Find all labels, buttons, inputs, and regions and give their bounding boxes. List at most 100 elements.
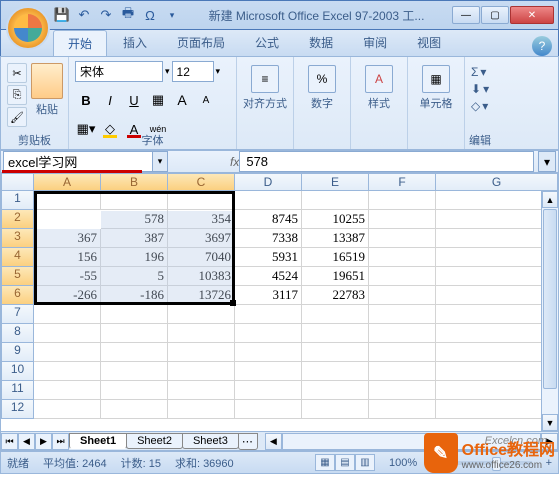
- sheet-tab-2[interactable]: Sheet2: [126, 433, 183, 449]
- cell-C8[interactable]: [168, 324, 235, 343]
- cell-E8[interactable]: [302, 324, 369, 343]
- tab-formulas[interactable]: 公式: [241, 30, 293, 56]
- clear-button[interactable]: ◇ ▾: [471, 99, 489, 113]
- font-name-combo[interactable]: [75, 61, 163, 82]
- format-painter-icon[interactable]: 🖌: [7, 107, 27, 127]
- cell-D9[interactable]: [235, 343, 302, 362]
- row-header-10[interactable]: 10: [1, 362, 34, 381]
- cell-A3[interactable]: 367: [34, 229, 101, 248]
- row-header-1[interactable]: 1: [1, 191, 34, 210]
- cell-B5[interactable]: 5: [101, 267, 168, 286]
- fx-icon[interactable]: fx: [230, 155, 239, 169]
- scroll-right-icon[interactable]: ▶: [541, 433, 558, 450]
- cell-G8[interactable]: [436, 324, 558, 343]
- name-box[interactable]: excel学习网 ▾: [3, 151, 168, 172]
- font-size-dropdown-icon[interactable]: ▾: [216, 66, 221, 77]
- print-icon[interactable]: 🖶: [119, 6, 137, 24]
- cell-B6[interactable]: -186: [101, 286, 168, 305]
- cell-G12[interactable]: [436, 400, 558, 419]
- cell-G5[interactable]: [436, 267, 558, 286]
- row-header-8[interactable]: 8: [1, 324, 34, 343]
- cell-C12[interactable]: [168, 400, 235, 419]
- tab-data[interactable]: 数据: [295, 30, 347, 56]
- sheet-nav-last-icon[interactable]: ⏭: [52, 433, 69, 450]
- redo-icon[interactable]: ↷: [97, 6, 115, 24]
- alignment-button[interactable]: ≡ 对齐方式: [243, 61, 287, 111]
- fill-button[interactable]: ⬇ ▾: [471, 82, 489, 96]
- cell-F7[interactable]: [369, 305, 436, 324]
- cell-G11[interactable]: [436, 381, 558, 400]
- copy-icon[interactable]: ⎘: [7, 85, 27, 105]
- cell-E1[interactable]: [302, 191, 369, 210]
- cell-D10[interactable]: [235, 362, 302, 381]
- scroll-track[interactable]: [282, 433, 541, 450]
- row-header-5[interactable]: 5: [1, 267, 34, 286]
- cell-A11[interactable]: [34, 381, 101, 400]
- scroll-down-icon[interactable]: ▼: [542, 414, 558, 431]
- cell-D12[interactable]: [235, 400, 302, 419]
- cell-E5[interactable]: 19651: [302, 267, 369, 286]
- cell-A2[interactable]: 578: [34, 210, 101, 229]
- cell-B12[interactable]: [101, 400, 168, 419]
- cell-E11[interactable]: [302, 381, 369, 400]
- new-sheet-button[interactable]: ⋯: [238, 433, 258, 450]
- underline-button[interactable]: U: [123, 89, 145, 111]
- expand-formula-bar-icon[interactable]: ▾: [538, 151, 556, 172]
- cell-F11[interactable]: [369, 381, 436, 400]
- cell-F1[interactable]: [369, 191, 436, 210]
- cell-C3[interactable]: 3697: [168, 229, 235, 248]
- col-header-d[interactable]: D: [235, 173, 302, 191]
- tab-page-layout[interactable]: 页面布局: [163, 30, 239, 56]
- cell-B10[interactable]: [101, 362, 168, 381]
- cell-B11[interactable]: [101, 381, 168, 400]
- scroll-left-icon[interactable]: ◀: [265, 433, 282, 450]
- help-button[interactable]: ?: [532, 36, 552, 56]
- row-header-7[interactable]: 7: [1, 305, 34, 324]
- cell-A12[interactable]: [34, 400, 101, 419]
- cell-B3[interactable]: 387: [101, 229, 168, 248]
- cell-G9[interactable]: [436, 343, 558, 362]
- cell-A6[interactable]: -266: [34, 286, 101, 305]
- cells-button[interactable]: ▦ 单元格: [414, 61, 458, 111]
- page-break-view-button[interactable]: ▥: [355, 454, 375, 471]
- sheet-tab-1[interactable]: Sheet1: [69, 433, 127, 449]
- zoom-level[interactable]: 100%: [389, 457, 417, 469]
- cell-C1[interactable]: [168, 191, 235, 210]
- autosum-button[interactable]: Σ ▾: [471, 65, 489, 79]
- scroll-up-icon[interactable]: ▲: [542, 191, 558, 208]
- tab-home[interactable]: 开始: [53, 30, 107, 56]
- zoom-slider[interactable]: [452, 461, 532, 465]
- row-header-4[interactable]: 4: [1, 248, 34, 267]
- formula-bar[interactable]: 578: [239, 151, 534, 172]
- cell-D3[interactable]: 7338: [235, 229, 302, 248]
- select-all-corner[interactable]: [1, 173, 34, 191]
- row-header-12[interactable]: 12: [1, 400, 34, 419]
- qat-dropdown-icon[interactable]: ▾: [163, 6, 181, 24]
- cell-D6[interactable]: 3117: [235, 286, 302, 305]
- cell-B9[interactable]: [101, 343, 168, 362]
- cell-F10[interactable]: [369, 362, 436, 381]
- cell-F4[interactable]: [369, 248, 436, 267]
- cell-E2[interactable]: 10255: [302, 210, 369, 229]
- horizontal-scrollbar[interactable]: ◀ ▶: [265, 433, 558, 450]
- cell-A8[interactable]: [34, 324, 101, 343]
- col-header-f[interactable]: F: [369, 173, 436, 191]
- name-box-dropdown-icon[interactable]: ▾: [152, 152, 167, 171]
- cell-B2[interactable]: 578: [101, 210, 168, 229]
- cell-E10[interactable]: [302, 362, 369, 381]
- cell-F8[interactable]: [369, 324, 436, 343]
- zoom-in-button[interactable]: +: [546, 457, 552, 469]
- cell-C7[interactable]: [168, 305, 235, 324]
- office-button[interactable]: [6, 6, 50, 50]
- cell-F6[interactable]: [369, 286, 436, 305]
- save-icon[interactable]: 💾: [53, 6, 71, 24]
- sheet-nav-prev-icon[interactable]: ◀: [18, 433, 35, 450]
- cell-A10[interactable]: [34, 362, 101, 381]
- cell-C10[interactable]: [168, 362, 235, 381]
- cell-F9[interactable]: [369, 343, 436, 362]
- cell-F5[interactable]: [369, 267, 436, 286]
- cell-G4[interactable]: [436, 248, 558, 267]
- cell-B4[interactable]: 196: [101, 248, 168, 267]
- cell-E7[interactable]: [302, 305, 369, 324]
- cell-D5[interactable]: 4524: [235, 267, 302, 286]
